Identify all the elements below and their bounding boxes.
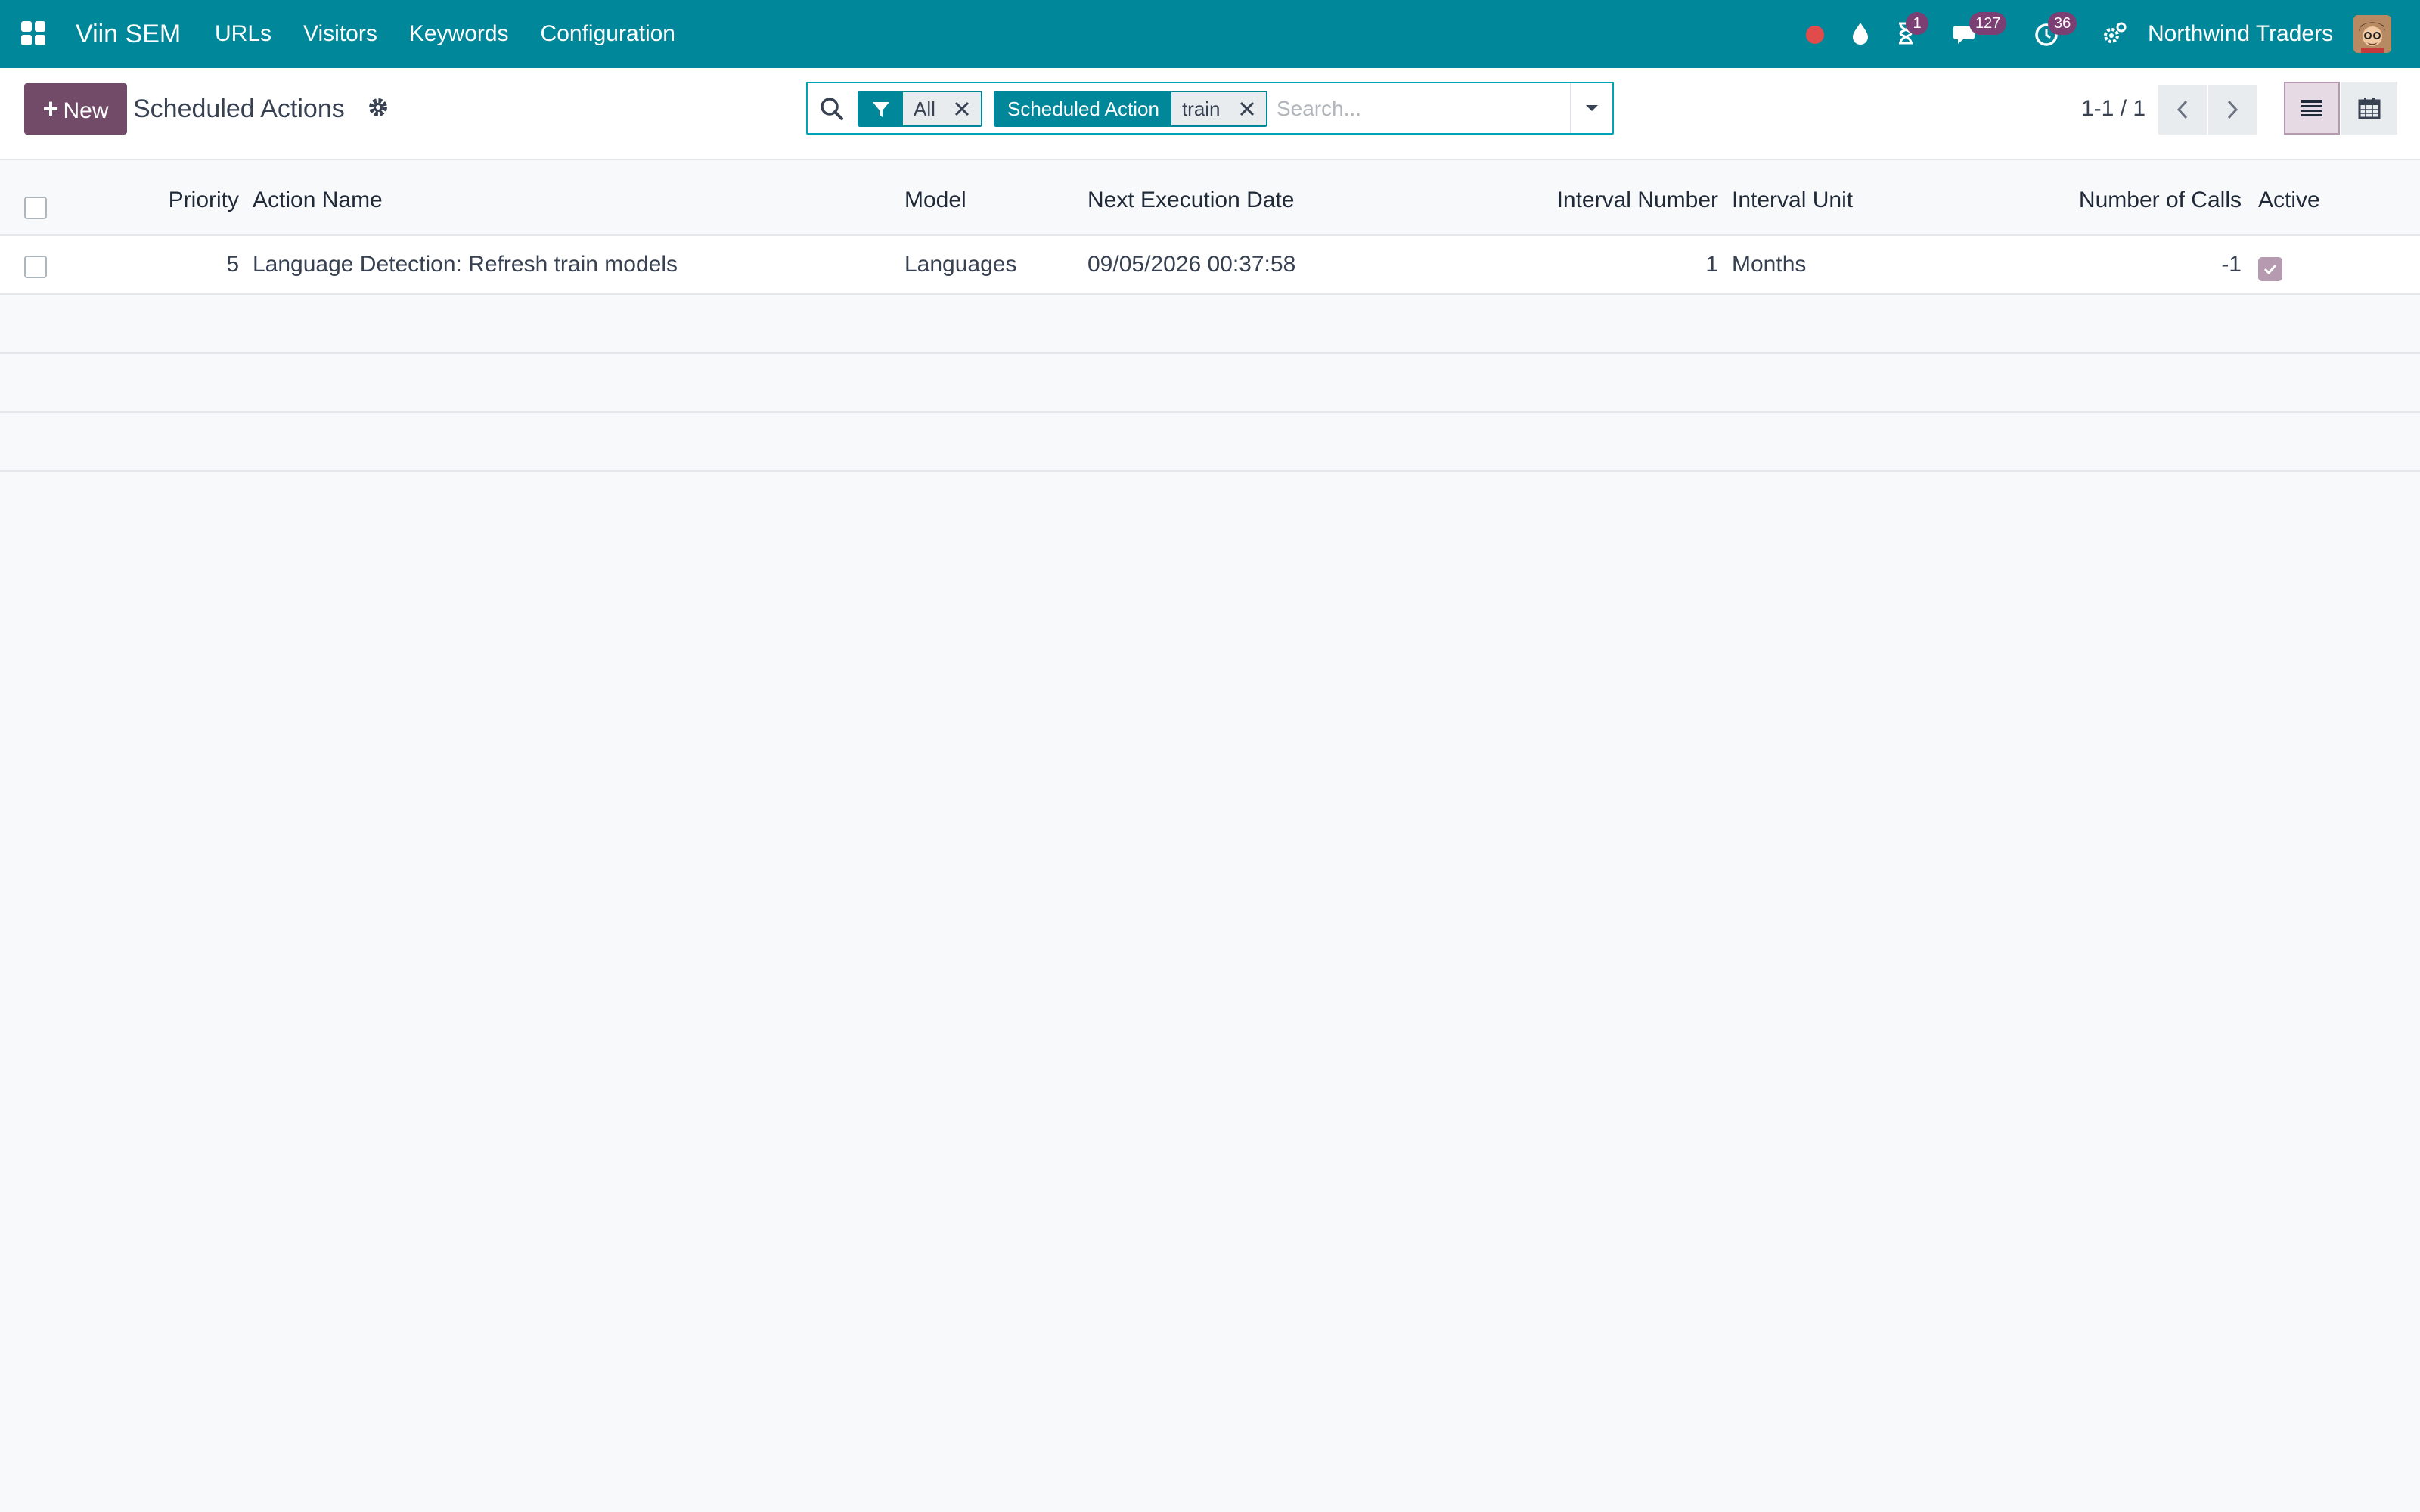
- cell-priority: 5: [226, 252, 239, 277]
- settings-gears-icon[interactable]: [2101, 20, 2128, 47]
- facet-filter-text: All: [914, 98, 935, 120]
- top-navbar: Viin SEM URLs Visitors Keywords Configur…: [0, 0, 2420, 68]
- search-input[interactable]: [1277, 92, 1556, 125]
- pager-value[interactable]: 1-1 / 1: [2081, 91, 2145, 127]
- column-header-interval-number[interactable]: Interval Number: [1557, 183, 1718, 218]
- row-select-checkbox[interactable]: [24, 256, 47, 278]
- empty-row: [0, 295, 2420, 354]
- empty-row: [0, 413, 2420, 472]
- pager-next-button[interactable]: [2208, 85, 2257, 135]
- list-header-row: Priority Action Name Model Next Executio…: [0, 160, 2420, 236]
- main-menu: URLs Visitors Keywords Configuration: [215, 15, 707, 53]
- calendar-view-button[interactable]: [2341, 82, 2397, 135]
- droplet-icon[interactable]: [1847, 20, 1874, 47]
- company-switcher[interactable]: Northwind Traders: [2148, 15, 2333, 53]
- empty-row: [0, 354, 2420, 413]
- cell-action-name: Language Detection: Refresh train models: [253, 252, 678, 277]
- remove-facet-icon[interactable]: [1239, 101, 1255, 117]
- active-checkbox: [2258, 257, 2282, 281]
- app-name[interactable]: Viin SEM: [76, 15, 181, 53]
- search-options-toggle[interactable]: [1570, 83, 1612, 133]
- checkmark-icon: [2263, 264, 2277, 275]
- column-header-number-of-calls[interactable]: Number of Calls: [2079, 183, 2242, 218]
- column-header-action-name[interactable]: Action Name: [253, 183, 383, 218]
- user-avatar[interactable]: [2353, 15, 2391, 53]
- chevron-left-icon: [2176, 100, 2188, 119]
- list-icon: [2301, 100, 2322, 116]
- search-bar: All Scheduled Action train: [806, 82, 1614, 135]
- gear-icon[interactable]: [366, 95, 390, 119]
- column-header-active[interactable]: Active: [2258, 183, 2320, 218]
- menu-item-urls[interactable]: URLs: [215, 15, 271, 53]
- cell-number-of-calls: -1: [2221, 252, 2242, 277]
- column-header-interval-unit[interactable]: Interval Unit: [1732, 183, 1853, 218]
- calendar-icon: [2358, 98, 2381, 119]
- search-facet-scheduled-action: Scheduled Action train: [994, 91, 1267, 127]
- new-button-label: New: [63, 98, 109, 123]
- menu-item-configuration[interactable]: Configuration: [541, 15, 675, 53]
- remove-facet-icon[interactable]: [954, 101, 970, 117]
- facet-field-text: train: [1181, 98, 1221, 120]
- column-header-next-execution-date[interactable]: Next Execution Date: [1087, 183, 1294, 218]
- facet-field-value: train: [1171, 92, 1266, 125]
- caret-down-icon: [1586, 105, 1598, 111]
- cell-interval-number: 1: [1705, 252, 1718, 277]
- cell-model: Languages: [904, 252, 1017, 277]
- recording-dot-icon[interactable]: [1801, 20, 1829, 47]
- column-header-priority[interactable]: Priority: [169, 183, 239, 218]
- facet-filter-label: [859, 92, 903, 125]
- apps-grid-icon[interactable]: [20, 20, 47, 47]
- cell-next-execution-date: 09/05/2026 00:37:58: [1087, 252, 1296, 277]
- scheduled-actions-list: Priority Action Name Model Next Executio…: [0, 160, 2420, 472]
- menu-item-visitors[interactable]: Visitors: [303, 15, 377, 53]
- menu-item-keywords[interactable]: Keywords: [409, 15, 509, 53]
- page-title: Scheduled Actions: [133, 94, 345, 123]
- pager-previous-button[interactable]: [2158, 85, 2207, 135]
- plus-icon: +: [42, 93, 59, 124]
- cell-interval-unit: Months: [1732, 252, 1807, 277]
- chevron-right-icon: [2227, 100, 2238, 119]
- select-all-checkbox[interactable]: [24, 197, 47, 219]
- search-icon[interactable]: [818, 95, 845, 122]
- messages-count-badge: 127: [1969, 12, 2007, 35]
- timer-count-badge: 36: [2048, 12, 2077, 35]
- facet-field-label: Scheduled Action: [995, 92, 1171, 125]
- table-row[interactable]: 5 Language Detection: Refresh train mode…: [0, 236, 2420, 295]
- activity-count-badge: 1: [1906, 12, 1928, 35]
- control-panel: + New Scheduled Actions All Scheduled Ac…: [0, 68, 2420, 160]
- new-button[interactable]: + New: [24, 83, 127, 135]
- search-facet-filter: All: [858, 91, 982, 127]
- list-view-button[interactable]: [2284, 82, 2340, 135]
- filter-icon: [873, 102, 889, 117]
- facet-filter-value: All: [903, 92, 981, 125]
- column-header-model[interactable]: Model: [904, 183, 966, 218]
